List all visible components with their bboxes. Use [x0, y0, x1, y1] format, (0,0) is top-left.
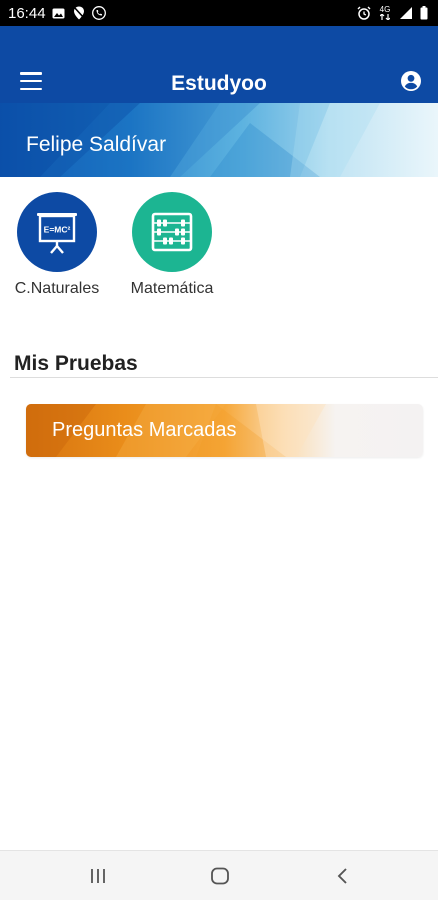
board-formula: E=MC²	[44, 225, 71, 235]
whiteboard-formula-icon: E=MC²	[37, 213, 77, 254]
subject-label-c-naturales: C.Naturales	[14, 280, 100, 297]
app-title: Estudyoo	[171, 72, 267, 95]
account-circle-icon[interactable]	[400, 70, 422, 92]
subject-item-c-naturales[interactable]: E=MC² C.Naturales	[2, 192, 112, 298]
abacus-icon	[151, 212, 193, 252]
marked-questions-label: Preguntas Marcadas	[52, 419, 237, 441]
divider	[10, 377, 438, 378]
profile-name: Felipe Saldívar	[26, 133, 167, 156]
section-title-mis-pruebas: Mis Pruebas	[14, 352, 138, 375]
status-bar: 16:44 4G	[0, 0, 438, 26]
location-off-icon	[72, 6, 86, 20]
data-icon: 4G	[377, 6, 393, 20]
phone-icon	[91, 6, 106, 20]
subject-circle: E=MC²	[17, 192, 97, 272]
back-icon[interactable]	[331, 864, 355, 888]
subject-circle	[132, 192, 212, 272]
app-bar: Estudyoo	[0, 26, 438, 103]
status-left: 16:44	[8, 5, 106, 22]
subject-list: E=MC² C.Naturales Matemática	[0, 192, 438, 302]
gallery-icon	[52, 6, 66, 20]
recent-apps-icon[interactable]	[86, 864, 110, 888]
battery-icon	[419, 6, 428, 20]
marked-questions-card[interactable]: Preguntas Marcadas	[26, 404, 423, 457]
subject-item-matematica[interactable]: Matemática	[117, 192, 227, 298]
network-type-label: 4G	[379, 5, 391, 14]
profile-banner: Felipe Saldívar	[0, 103, 438, 177]
alarm-icon	[357, 6, 371, 20]
subject-label-matematica: Matemática	[130, 280, 214, 297]
navigation-bar	[0, 850, 438, 900]
signal-icon	[399, 6, 413, 20]
status-right: 4G	[357, 6, 428, 20]
status-time: 16:44	[8, 4, 46, 22]
home-icon[interactable]	[208, 864, 232, 888]
